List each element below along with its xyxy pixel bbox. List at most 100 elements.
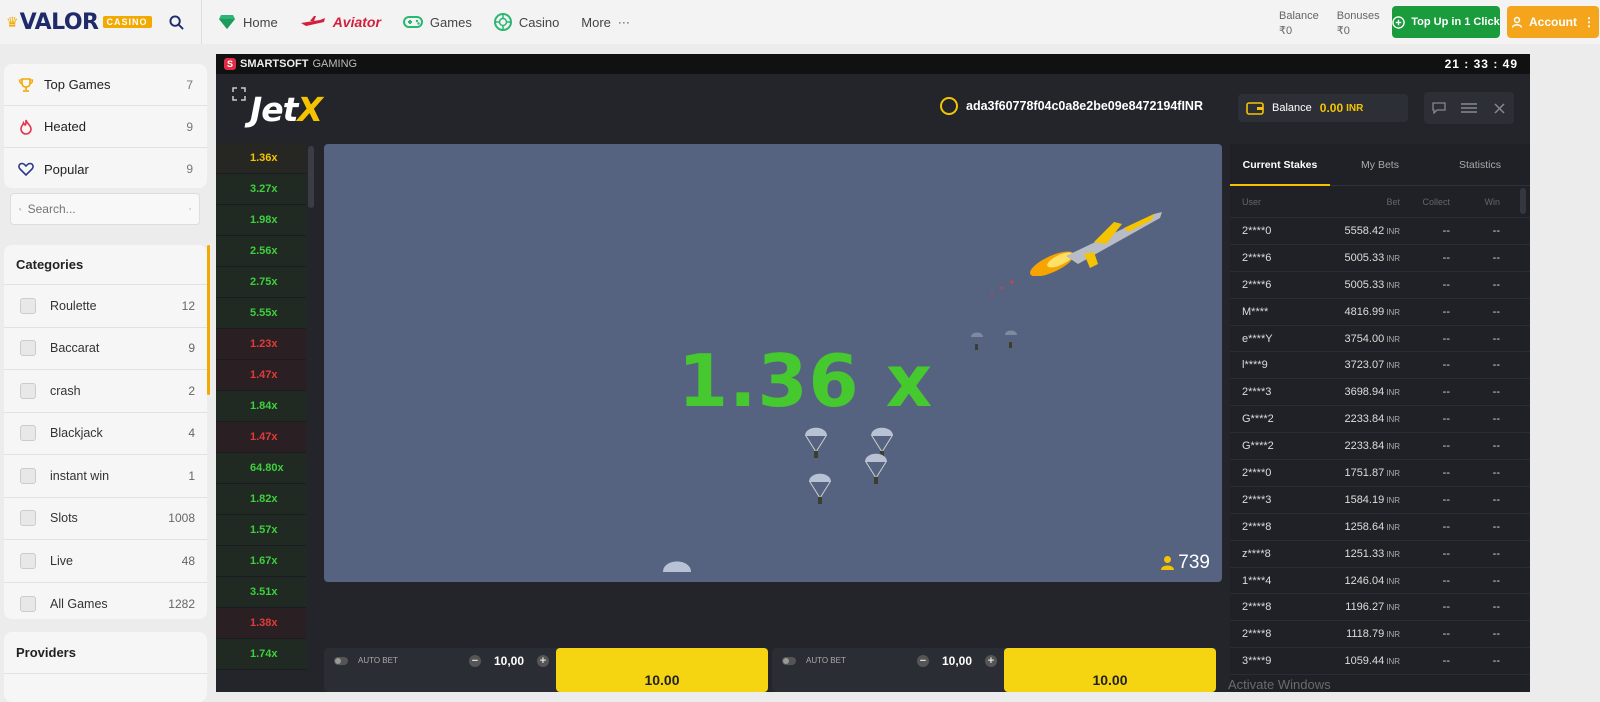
nav-aviator[interactable]: Aviator xyxy=(300,14,381,30)
checkbox[interactable] xyxy=(20,552,36,569)
table-row: 2****8 1118.79 INR -- -- xyxy=(1230,621,1530,649)
category-live[interactable]: Live 48 xyxy=(4,540,207,583)
quick-filters: Top Games 7 Heated 9 Popular 9 xyxy=(4,64,207,188)
game-frame: S SMARTSOFT GAMING 21 : 33 : 49 JetX ada… xyxy=(216,54,1530,692)
nav-games[interactable]: Games xyxy=(402,15,472,30)
category-blackjack[interactable]: Blackjack 4 xyxy=(4,413,207,455)
stake-bet-currency: INR xyxy=(1386,361,1400,371)
stake-win: -- xyxy=(1492,305,1500,318)
sidebar-item-heated[interactable]: Heated 9 xyxy=(4,106,207,148)
stake-bet-currency: INR xyxy=(1386,415,1400,425)
chat-button[interactable] xyxy=(1424,92,1454,124)
minus-button[interactable]: − xyxy=(469,655,481,667)
sidebar-scrollbar[interactable] xyxy=(207,245,210,395)
parachute-icon xyxy=(663,561,691,572)
categories-title: Categories xyxy=(4,245,207,285)
place-bet-button[interactable]: 10.00 xyxy=(556,648,768,692)
history-multiplier: 1.36x xyxy=(216,143,306,174)
stake-bet: 3754.00 INR xyxy=(1322,333,1400,345)
stake-stepper[interactable]: −10,00 + xyxy=(469,650,549,672)
category-all-games[interactable]: All Games 1282 xyxy=(4,583,207,626)
fullscreen-icon[interactable] xyxy=(232,87,246,101)
stakes-scrollbar[interactable] xyxy=(1520,188,1526,214)
stake-bet-currency: INR xyxy=(1386,495,1400,505)
plus-button[interactable]: + xyxy=(537,655,549,667)
providers-title[interactable]: Providers xyxy=(4,632,207,674)
history-multiplier: 2.75x xyxy=(216,267,306,298)
crown-icon: ♛ xyxy=(6,13,19,30)
stake-bet-currency: INR xyxy=(1386,307,1400,317)
checkbox[interactable] xyxy=(20,340,36,357)
nav-more[interactable]: More ··· xyxy=(581,15,630,30)
category-roulette[interactable]: Roulette 12 xyxy=(4,285,207,328)
stake-bet: 3723.07 INR xyxy=(1322,359,1400,371)
tab-my-bets[interactable]: My Bets xyxy=(1330,144,1430,185)
user-icon xyxy=(1511,16,1523,28)
search-input[interactable] xyxy=(27,202,183,216)
toggle-switch[interactable] xyxy=(782,656,796,665)
plus-button[interactable]: + xyxy=(985,655,997,667)
close-icon[interactable] xyxy=(188,203,191,215)
nav-casino[interactable]: Casino xyxy=(493,13,559,31)
stake-bet: 2233.84 INR xyxy=(1322,440,1400,452)
category-slots[interactable]: Slots 1008 xyxy=(4,498,207,540)
toggle-switch[interactable] xyxy=(334,656,348,665)
menu-button[interactable] xyxy=(1454,92,1484,124)
parachute-icon xyxy=(865,453,887,484)
kebab-icon: ⋮ xyxy=(1583,15,1595,29)
stake-bet: 4816.99 INR xyxy=(1322,306,1400,318)
stake-bet-value: 1258.64 xyxy=(1344,520,1385,533)
checkbox[interactable] xyxy=(20,510,36,527)
tab-current-stakes[interactable]: Current Stakes xyxy=(1230,144,1330,186)
table-row: G****2 2233.84 INR -- -- xyxy=(1230,433,1530,461)
bet-panel-2: AUTO BET −10,00 + 10.00 xyxy=(772,648,1216,692)
auto-bet-toggle[interactable]: AUTO BET xyxy=(334,656,398,665)
stake-bet: 2233.84 INR xyxy=(1322,413,1400,425)
jet-icon xyxy=(1029,212,1162,276)
sidebar-item-top-games[interactable]: Top Games 7 xyxy=(4,64,207,106)
auto-bet-toggle[interactable]: AUTO BET xyxy=(782,656,846,665)
account-button[interactable]: Account ⋮ xyxy=(1507,6,1599,38)
stake-bet-value: 2233.84 xyxy=(1344,440,1385,453)
history-multiplier: 1.98x xyxy=(216,205,306,236)
stake-bet: 1251.33 INR xyxy=(1322,548,1400,560)
close-game-button[interactable] xyxy=(1484,92,1514,124)
category-baccarat[interactable]: Baccarat 9 xyxy=(4,328,207,370)
categories-panel: Categories Roulette 12 Baccarat 9 crash 2 B… xyxy=(4,245,207,619)
history-multiplier: 5.55x xyxy=(216,298,306,329)
stake-user: M**** xyxy=(1242,305,1269,318)
category-crash[interactable]: crash 2 xyxy=(4,370,207,413)
top-up-button[interactable]: Top Up in 1 Click xyxy=(1392,6,1500,38)
stake-bet-value: 1118.79 xyxy=(1346,628,1385,641)
minus-button[interactable]: − xyxy=(917,655,929,667)
checkbox[interactable] xyxy=(20,382,36,399)
stake-win: -- xyxy=(1492,601,1500,614)
place-bet-button[interactable]: 10.00 xyxy=(1004,648,1216,692)
play-field: 1.36 x 739 xyxy=(324,144,1222,582)
history-multiplier: 64.80x xyxy=(216,453,306,484)
stake-bet: 1751.87 INR xyxy=(1322,467,1400,479)
category-instant-win[interactable]: instant win 1 xyxy=(4,455,207,498)
checkbox[interactable] xyxy=(20,297,36,314)
stake-bet-currency: INR xyxy=(1386,226,1400,236)
stake-collect: -- xyxy=(1442,466,1450,479)
stake-collect: -- xyxy=(1442,413,1450,426)
checkbox[interactable] xyxy=(20,425,36,442)
site-logo[interactable]: ♛ VALOR CASINO xyxy=(6,10,152,35)
table-row: 3****9 1059.44 INR -- -- xyxy=(1230,648,1530,676)
table-row: 2****3 1584.19 INR -- -- xyxy=(1230,487,1530,514)
history-scrollbar[interactable] xyxy=(308,146,314,208)
history-multiplier: 1.57x xyxy=(216,515,306,546)
search-button[interactable] xyxy=(152,0,202,44)
stake-collect: -- xyxy=(1442,440,1450,453)
nav-home[interactable]: Home xyxy=(218,14,278,30)
stake-stepper[interactable]: −10,00 + xyxy=(917,650,997,672)
sidebar-item-popular[interactable]: Popular 9 xyxy=(4,148,207,190)
checkbox[interactable] xyxy=(20,595,36,612)
tab-statistics[interactable]: Statistics xyxy=(1430,144,1530,185)
stake-bet-currency: INR xyxy=(1386,603,1400,613)
game-search[interactable] xyxy=(10,193,200,225)
checkbox[interactable] xyxy=(20,467,36,484)
stake-collect: -- xyxy=(1442,574,1450,587)
stake-bet-currency: INR xyxy=(1386,522,1400,532)
